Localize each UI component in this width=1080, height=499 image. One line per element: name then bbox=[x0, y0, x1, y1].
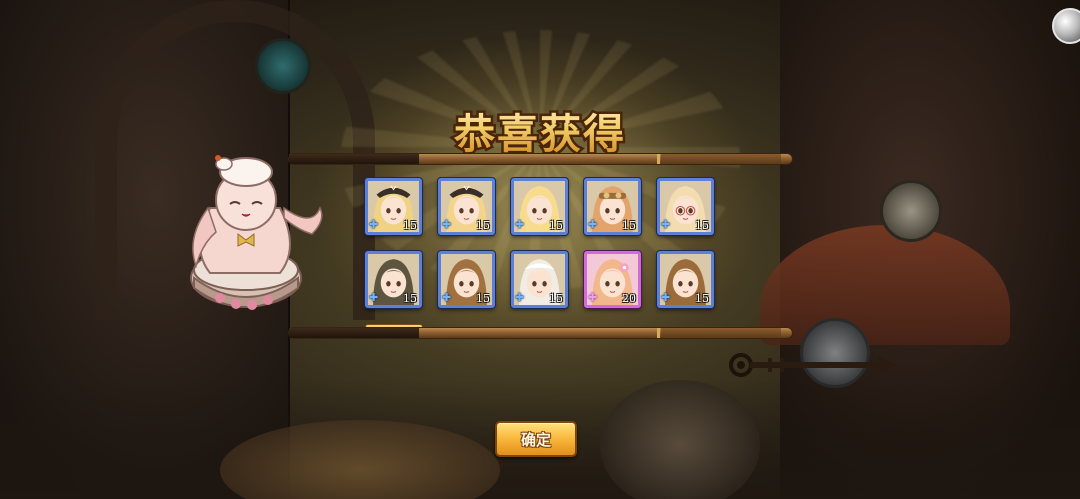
dialog-title: 恭喜获得 bbox=[430, 100, 650, 160]
reward-card[interactable]: ✚ 15 bbox=[365, 178, 422, 235]
reward-card[interactable]: ✚ 15 bbox=[511, 251, 568, 308]
puzzle-piece-icon: ✚ bbox=[369, 291, 379, 304]
reward-count: 15 bbox=[549, 292, 563, 305]
confirm-button[interactable]: 确定 bbox=[495, 421, 577, 457]
puzzle-piece-icon: ✚ bbox=[588, 218, 598, 231]
puzzle-piece-icon: ✚ bbox=[442, 291, 452, 304]
hanging-lamp-decoration bbox=[255, 38, 311, 94]
reward-card[interactable]: ✚ 15 bbox=[511, 178, 568, 235]
reward-card[interactable]: ✚ 15 bbox=[438, 251, 495, 308]
plate-decoration bbox=[600, 380, 760, 499]
reward-card[interactable]: ✚ 15 bbox=[657, 178, 714, 235]
bottom-chopstick-divider bbox=[288, 327, 793, 339]
reward-card[interactable]: ✚ 15 bbox=[365, 251, 422, 308]
reward-count: 15 bbox=[695, 292, 709, 305]
puzzle-piece-icon: ✚ bbox=[515, 291, 525, 304]
reward-count: 15 bbox=[476, 292, 490, 305]
reward-card[interactable]: ✚ 15 bbox=[657, 251, 714, 308]
reward-count: 15 bbox=[695, 219, 709, 232]
puzzle-piece-icon: ✚ bbox=[369, 218, 379, 231]
reward-count: 15 bbox=[622, 219, 636, 232]
menu-orb-button[interactable] bbox=[1052, 8, 1080, 44]
puzzle-piece-icon: ✚ bbox=[661, 291, 671, 304]
reward-count: 15 bbox=[476, 219, 490, 232]
reward-count: 15 bbox=[549, 219, 563, 232]
reward-count: 20 bbox=[622, 292, 636, 305]
puzzle-piece-icon: ✚ bbox=[588, 291, 598, 304]
reward-count: 15 bbox=[403, 292, 417, 305]
top-chopstick-divider bbox=[288, 153, 793, 165]
reward-grid: ✚ 15 ✚ 15 ✚ 15 ✚ 15 ✚ 15 ✚ 15 ✚ 15 ✚ 15 ✚ 20 ✚ 15 bbox=[365, 178, 717, 310]
reward-card[interactable]: ✚ 20 bbox=[584, 251, 641, 308]
clock-decoration bbox=[880, 180, 942, 242]
puzzle-piece-icon: ✚ bbox=[661, 218, 671, 231]
reward-card[interactable]: ✚ 15 bbox=[584, 178, 641, 235]
key-ornament-decoration bbox=[729, 353, 896, 377]
reward-count: 15 bbox=[403, 219, 417, 232]
puzzle-piece-icon: ✚ bbox=[515, 218, 525, 231]
reward-card[interactable]: ✚ 15 bbox=[438, 178, 495, 235]
mascot-character bbox=[190, 155, 323, 310]
puzzle-piece-icon: ✚ bbox=[442, 218, 452, 231]
